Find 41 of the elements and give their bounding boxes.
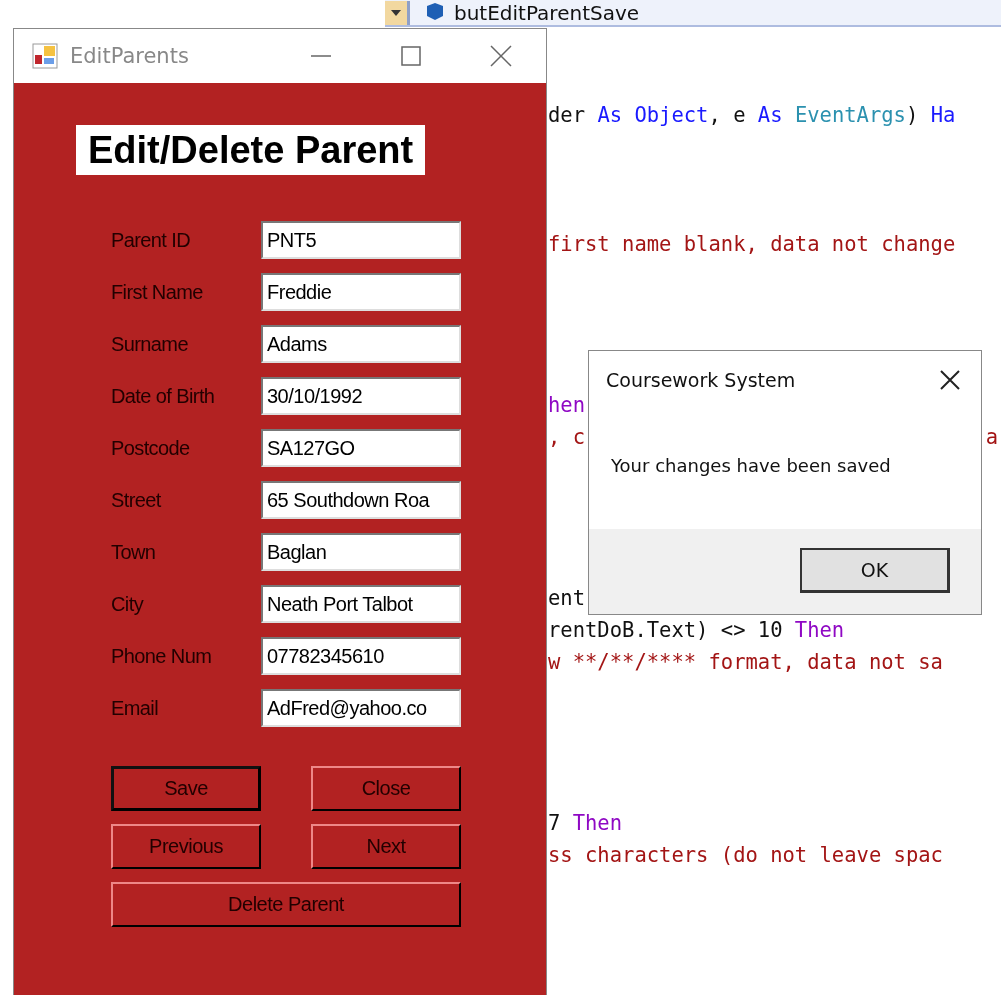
input-field[interactable]: Neath Port Talbot — [261, 585, 461, 623]
input-field[interactable]: Freddie — [261, 273, 461, 311]
app-icon — [32, 43, 58, 69]
field-label: Postcode — [111, 436, 191, 460]
field-label: Street — [111, 488, 162, 512]
member-dropdown[interactable]: butEditParentSave — [454, 0, 640, 25]
dialog-message: Your changes have been saved — [611, 455, 892, 476]
ok-button[interactable]: OK — [800, 548, 950, 593]
input-field[interactable]: Adams — [261, 325, 461, 363]
field-label: First Name — [111, 280, 204, 304]
field-label: Parent ID — [111, 228, 192, 252]
field-label: Phone Num — [111, 644, 213, 668]
code-line: 7 Then — [548, 810, 623, 838]
form-heading: Edit/Delete Parent — [76, 125, 426, 175]
input-field[interactable]: AdFred@yahoo.co — [261, 689, 461, 727]
field-label: City — [111, 592, 145, 616]
input-field[interactable]: 30/10/1992 — [261, 377, 461, 415]
dialog-title: Coursework System — [606, 369, 796, 391]
code-line: ss characters (do not leave spac — [548, 842, 943, 870]
input-field[interactable]: 07782345610 — [261, 637, 461, 675]
code-line: , c — [548, 423, 586, 451]
code-line: first name blank, data not change — [548, 230, 956, 258]
field-label: Email — [111, 696, 159, 720]
field-label: Town — [111, 540, 157, 564]
code-line: w **/**/**** format, data not sa — [548, 649, 943, 677]
input-field[interactable]: PNT5 — [261, 221, 461, 259]
window-title: EditParents — [70, 44, 189, 68]
code-line: der As Object, e As EventArgs) Ha — [548, 102, 956, 129]
maximize-icon[interactable] — [400, 45, 422, 67]
input-field[interactable]: 65 Southdown Roa — [261, 481, 461, 519]
field-label: Surname — [111, 332, 189, 356]
code-line: rentDoB.Text) <> 10 Then — [548, 617, 845, 644]
code-fragment: a — [985, 423, 998, 451]
input-field[interactable]: SA127GO — [261, 429, 461, 467]
code-line: ent — [548, 584, 586, 612]
field-label: Date of Birth — [111, 384, 216, 408]
dropdown-button[interactable] — [385, 0, 410, 25]
close-icon[interactable] — [939, 369, 961, 391]
code-line: hen — [548, 391, 586, 419]
input-field[interactable]: Baglan — [261, 533, 461, 571]
caret-icon — [391, 9, 401, 16]
